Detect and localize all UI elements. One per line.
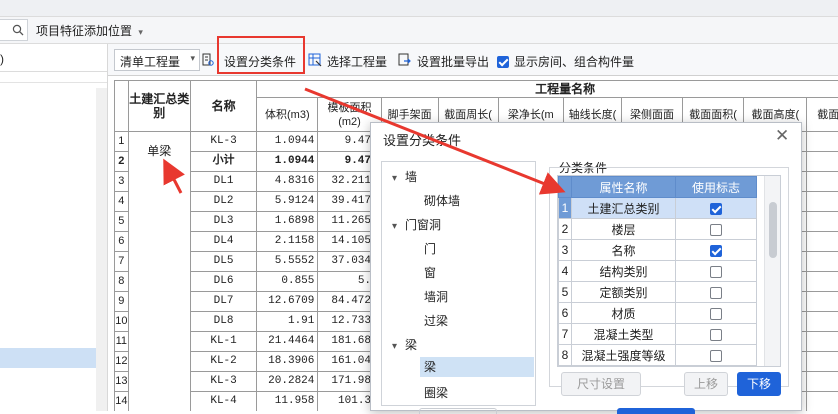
annotation-arrows [0, 0, 838, 411]
arrow-to-conditions [305, 89, 560, 190]
arrow-to-category [166, 164, 181, 193]
